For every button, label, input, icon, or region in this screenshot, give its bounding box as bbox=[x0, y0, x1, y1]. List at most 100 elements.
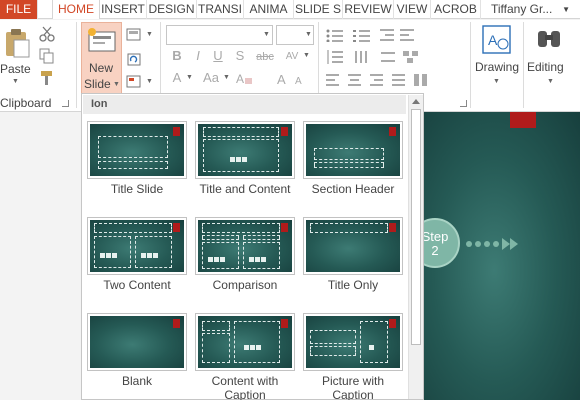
bold-button[interactable]: B bbox=[170, 49, 184, 63]
new-slide-layout-gallery: Ion Title Slide Title and Content Sectio… bbox=[81, 93, 424, 400]
numbering-icon[interactable] bbox=[353, 28, 371, 42]
tab-design[interactable]: DESIGN bbox=[147, 0, 197, 19]
group-divider bbox=[76, 22, 77, 108]
user-name: Tiffany Gr... bbox=[491, 2, 553, 16]
chevron-down-icon: ▼ bbox=[146, 31, 153, 38]
scroll-up-arrow-icon[interactable] bbox=[412, 99, 420, 104]
chevron-down-icon: ▼ bbox=[113, 81, 120, 88]
shapes-icon: A bbox=[482, 25, 511, 54]
smartart-icon[interactable] bbox=[402, 50, 420, 64]
paragraph-launcher-icon[interactable] bbox=[460, 100, 467, 107]
svg-text:A: A bbox=[277, 72, 286, 86]
underline-button[interactable]: U bbox=[211, 49, 225, 63]
change-case-button[interactable]: Aa bbox=[201, 71, 221, 85]
tab-file[interactable]: FILE bbox=[0, 0, 38, 19]
step-number: 2 bbox=[431, 243, 439, 258]
font-color-button[interactable]: A bbox=[170, 71, 184, 85]
layout-thumbnail bbox=[303, 121, 403, 179]
tab-acrobat[interactable]: ACROB bbox=[431, 0, 481, 19]
layout-thumbnail bbox=[195, 313, 295, 371]
clipboard-group-label: Clipboard bbox=[0, 96, 52, 110]
layout-label: Title Only bbox=[327, 278, 379, 292]
arrow-dot bbox=[484, 241, 490, 247]
chevron-down-icon: ▼ bbox=[186, 74, 193, 81]
bullets-icon[interactable] bbox=[326, 28, 344, 42]
editing-label: Editing bbox=[527, 60, 564, 74]
svg-text:A: A bbox=[236, 72, 244, 86]
justify-icon[interactable] bbox=[392, 73, 406, 87]
layout-thumbnail bbox=[87, 313, 187, 371]
tab-transitions[interactable]: TRANSI bbox=[197, 0, 244, 19]
character-spacing-button[interactable]: AV bbox=[282, 50, 302, 64]
new-slide-label-line1: New bbox=[89, 61, 114, 75]
tab-review[interactable]: REVIEW bbox=[343, 0, 394, 19]
svg-text:A: A bbox=[488, 32, 498, 48]
increase-indent-icon[interactable] bbox=[400, 28, 414, 42]
new-slide-button[interactable]: New Slide ▼ bbox=[81, 22, 122, 94]
shadow-button[interactable]: S bbox=[233, 49, 247, 63]
layout-thumbnail bbox=[195, 121, 295, 179]
svg-text:A: A bbox=[295, 76, 302, 86]
shrink-font-icon[interactable]: A bbox=[294, 72, 306, 86]
step-word: Step bbox=[421, 229, 449, 244]
align-center-icon[interactable] bbox=[348, 73, 362, 87]
user-account[interactable]: Tiffany Gr... ▼ bbox=[485, 0, 580, 19]
format-painter-icon[interactable] bbox=[39, 70, 55, 86]
font-size-field[interactable]: ▼ bbox=[276, 25, 314, 45]
align-right-icon[interactable] bbox=[370, 73, 384, 87]
drawing-button[interactable]: A Drawing ▼ bbox=[472, 22, 522, 94]
scroll-thumb[interactable] bbox=[411, 109, 421, 345]
paste-label: Paste bbox=[0, 62, 31, 76]
tab-view[interactable]: VIEW bbox=[394, 0, 431, 19]
new-slide-icon bbox=[88, 28, 116, 52]
editing-button[interactable]: Editing ▼ bbox=[524, 22, 576, 94]
chevron-down-icon: ▼ bbox=[562, 5, 570, 14]
section-icon[interactable] bbox=[126, 75, 146, 89]
gallery-theme-header: Ion bbox=[83, 95, 406, 114]
arrow-dot bbox=[466, 241, 472, 247]
grow-font-icon[interactable]: A bbox=[276, 72, 290, 86]
chevron-down-icon: ▼ bbox=[12, 78, 19, 85]
font-name-field[interactable]: ▼ bbox=[166, 25, 273, 45]
clear-formatting-icon[interactable]: A bbox=[236, 72, 254, 86]
layout-label: Section Header bbox=[311, 182, 395, 196]
chevron-down-icon: ▼ bbox=[493, 78, 500, 85]
tab-home[interactable]: HOME bbox=[52, 0, 100, 19]
arrow-chevron bbox=[510, 238, 518, 250]
chevron-down-icon: ▼ bbox=[223, 74, 230, 81]
clipboard-launcher-icon[interactable] bbox=[62, 100, 69, 107]
layout-label: Picture with Caption bbox=[321, 374, 385, 400]
align-text-icon[interactable] bbox=[380, 50, 398, 64]
arrow-dot bbox=[493, 241, 499, 247]
layout-thumbnail bbox=[87, 121, 187, 179]
align-left-icon[interactable] bbox=[326, 73, 340, 87]
layout-thumbnail bbox=[195, 217, 295, 275]
slide-canvas[interactable]: Step 2 bbox=[410, 112, 580, 400]
strikethrough-button[interactable]: abc bbox=[254, 50, 276, 64]
columns-icon[interactable] bbox=[414, 73, 428, 87]
tab-slide-show[interactable]: SLIDE S bbox=[294, 0, 343, 19]
arrow-dot bbox=[475, 241, 481, 247]
chevron-down-icon: ▼ bbox=[303, 52, 310, 59]
tab-animations[interactable]: ANIMA bbox=[244, 0, 294, 19]
chevron-down-icon: ▼ bbox=[146, 78, 153, 85]
layout-thumbnail bbox=[87, 217, 187, 275]
layout-thumbnail bbox=[303, 217, 403, 275]
line-spacing-icon[interactable] bbox=[326, 50, 344, 64]
binoculars-icon bbox=[538, 31, 560, 47]
italic-button[interactable]: I bbox=[191, 49, 205, 63]
decrease-indent-icon[interactable] bbox=[380, 28, 394, 42]
text-direction-icon[interactable] bbox=[353, 50, 371, 64]
cut-icon[interactable] bbox=[39, 26, 55, 42]
paste-button[interactable]: Paste ▼ bbox=[0, 26, 34, 90]
reset-icon[interactable] bbox=[126, 53, 142, 67]
new-slide-label-line2: Slide bbox=[84, 77, 111, 91]
tab-insert[interactable]: INSERT bbox=[100, 0, 147, 19]
chevron-down-icon: ▼ bbox=[263, 31, 270, 38]
gallery-scrollbar[interactable] bbox=[408, 95, 423, 399]
layout-icon[interactable] bbox=[126, 28, 146, 42]
copy-icon[interactable] bbox=[39, 48, 55, 64]
clipboard-icon bbox=[6, 29, 30, 58]
slide-accent-tab bbox=[510, 112, 536, 128]
chevron-down-icon: ▼ bbox=[547, 78, 554, 85]
